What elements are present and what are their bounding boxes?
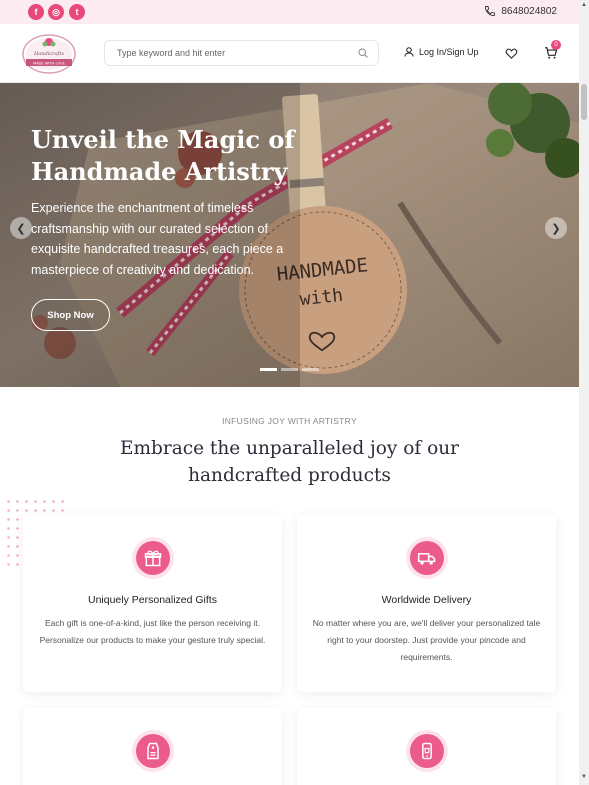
phone-icon — [485, 6, 496, 16]
login-link[interactable]: Log In/Sign Up — [403, 46, 479, 58]
search-icon[interactable] — [357, 47, 369, 59]
delivery-truck-icon — [406, 537, 448, 579]
phone-number: 8648024802 — [501, 5, 557, 17]
feature-card-personalized: Uniquely Personalized Gifts Each gift is… — [23, 515, 282, 692]
feature-card-3 — [23, 708, 282, 785]
section-title-line2: handcrafted products — [188, 465, 391, 486]
feature-card-title: Uniquely Personalized Gifts — [88, 594, 217, 606]
price-tag-icon — [132, 730, 174, 772]
search-input[interactable] — [105, 41, 340, 65]
search-box — [104, 40, 379, 66]
phone-contact[interactable]: 8648024802 — [484, 5, 557, 17]
header: Handicrafts MADE WITH LOVE Log In/Sign U… — [0, 24, 579, 83]
feature-card-text: Each gift is one-of-a-kind, just like th… — [39, 618, 266, 645]
scroll-up-arrow-icon[interactable]: ▲ — [581, 2, 587, 8]
page-scrollbar[interactable]: ▲ ▼ — [579, 0, 589, 785]
slider-dot-1[interactable] — [260, 368, 277, 371]
hero-description: Experience the enchantment of timeless c… — [31, 201, 284, 277]
section-title-line1: Embrace the unparalleled joy of our — [119, 438, 460, 459]
feature-card-delivery: Worldwide Delivery No matter where you a… — [297, 515, 556, 692]
site-logo[interactable]: Handicrafts MADE WITH LOVE — [22, 33, 76, 75]
facebook-icon[interactable]: f — [28, 4, 44, 20]
twitter-icon[interactable]: t — [69, 4, 85, 20]
scrollbar-thumb[interactable] — [581, 84, 587, 120]
feature-card-title: Worldwide Delivery — [381, 594, 472, 606]
logo-text: Handicrafts — [33, 51, 64, 57]
logo-tagline: MADE WITH LOVE — [33, 62, 65, 66]
wishlist-heart-icon[interactable] — [505, 47, 518, 60]
mobile-shop-icon — [406, 730, 448, 772]
cart-count-badge: 0 — [551, 40, 561, 50]
scroll-down-arrow-icon[interactable]: ▼ — [581, 774, 587, 780]
features-section: INFUSING JOY WITH ARTISTRY Embrace the u… — [0, 387, 579, 785]
instagram-icon[interactable]: ◎ — [48, 4, 64, 20]
section-title: Embrace the unparalleled joy of our hand… — [0, 435, 579, 489]
hero-slider: HANDMADE with Unveil the Magic of Handma… — [0, 83, 579, 387]
feature-card-4 — [297, 708, 556, 785]
slider-prev-arrow-icon[interactable]: ❮ — [10, 217, 32, 239]
slider-next-arrow-icon[interactable]: ❯ — [545, 217, 567, 239]
login-label: Log In/Sign Up — [419, 47, 479, 57]
top-bar: f ◎ t 8648024802 — [0, 0, 579, 24]
hero-title: Unveil the Magic of Handmade Artistry — [31, 125, 295, 186]
feature-card-text: No matter where you are, we'll deliver y… — [312, 618, 541, 662]
slider-pagination — [260, 368, 319, 371]
slider-dot-3[interactable] — [302, 368, 319, 371]
slider-dot-2[interactable] — [281, 368, 298, 371]
user-icon — [404, 47, 414, 57]
gift-icon — [132, 537, 174, 579]
shop-now-button[interactable]: Shop Now — [31, 299, 110, 331]
section-eyebrow: INFUSING JOY WITH ARTISTRY — [222, 416, 357, 426]
